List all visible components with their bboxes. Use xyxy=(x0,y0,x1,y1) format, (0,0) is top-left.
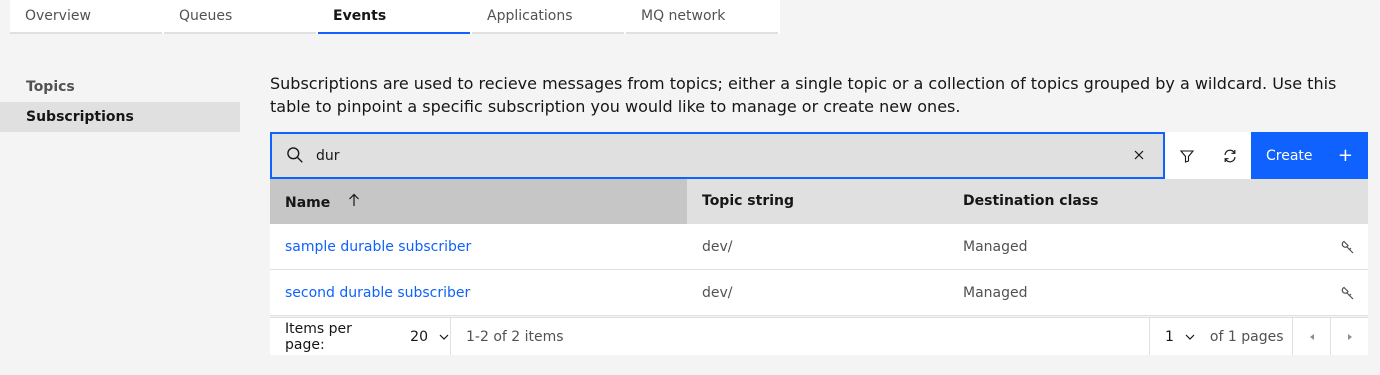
caret-right-icon xyxy=(1347,333,1352,340)
cell-actions xyxy=(1288,270,1368,316)
column-header-topic: Topic string xyxy=(702,193,795,209)
table-toolbar: Create + xyxy=(270,132,1368,179)
column-header-destination: Destination class xyxy=(963,193,1099,209)
column-header-name-label: Name xyxy=(285,195,331,211)
add-icon: + xyxy=(1337,144,1353,166)
table-row: second durable subscriber dev/ Managed xyxy=(270,270,1368,316)
refresh-button[interactable] xyxy=(1208,132,1251,179)
cell-destination: Managed xyxy=(963,239,1028,255)
table-row: sample durable subscriber dev/ Managed xyxy=(270,224,1368,270)
side-nav: Topics Subscriptions xyxy=(0,72,240,132)
column-header-actions xyxy=(1288,179,1368,224)
wrench-icon[interactable] xyxy=(1339,285,1355,301)
tab-overview[interactable]: Overview xyxy=(10,0,162,34)
next-page-button[interactable] xyxy=(1330,318,1368,355)
pagination: Items per page: 20 1-2 of 2 items 1 of 1… xyxy=(270,317,1368,355)
items-per-page-value: 20 xyxy=(410,328,428,345)
create-button-label: Create xyxy=(1266,147,1313,164)
sidenav-item-topics[interactable]: Topics xyxy=(0,72,240,102)
cell-topic: dev/ xyxy=(702,239,733,255)
page-selector: 1 of 1 pages xyxy=(1149,318,1292,355)
cell-name: second durable subscriber xyxy=(270,270,687,316)
sidenav-item-subscriptions[interactable]: Subscriptions xyxy=(0,102,240,132)
chevron-down-icon xyxy=(1185,334,1195,340)
search-box xyxy=(270,132,1165,179)
page-description: Subscriptions are used to recieve messag… xyxy=(270,74,1337,116)
item-range: 1-2 of 2 items xyxy=(466,328,564,345)
sort-ascending-icon xyxy=(349,193,360,206)
search-icon xyxy=(287,147,303,163)
subscription-link[interactable]: second durable subscriber xyxy=(285,285,470,301)
previous-page-button[interactable] xyxy=(1292,318,1330,355)
tab-bar: Overview Queues Events Applications MQ n… xyxy=(10,0,780,34)
items-per-page: Items per page: 20 xyxy=(270,318,451,355)
tab-events[interactable]: Events xyxy=(318,0,470,34)
tab-mq-network[interactable]: MQ network xyxy=(626,0,778,34)
tab-applications[interactable]: Applications xyxy=(472,0,624,34)
wrench-icon[interactable] xyxy=(1339,239,1355,255)
cell-topic: dev/ xyxy=(702,285,733,301)
table-header: Name Topic string Destination class xyxy=(270,179,1368,224)
cell-name: sample durable subscriber xyxy=(270,224,687,270)
refresh-icon xyxy=(1223,149,1236,162)
page-count: of 1 pages xyxy=(1209,328,1284,345)
filter-button[interactable] xyxy=(1165,132,1208,179)
subscription-link[interactable]: sample durable subscriber xyxy=(285,239,471,255)
search-input[interactable] xyxy=(316,134,1116,177)
tab-queues[interactable]: Queues xyxy=(164,0,316,34)
items-per-page-select[interactable]: 20 xyxy=(410,329,450,345)
items-per-page-label: Items per page: xyxy=(285,320,352,353)
page-select[interactable]: 1 xyxy=(1165,329,1196,345)
caret-left-icon xyxy=(1309,333,1314,340)
create-button[interactable]: Create + xyxy=(1251,132,1368,179)
cell-actions xyxy=(1288,224,1368,270)
subscriptions-table: Name Topic string Destination class samp… xyxy=(270,179,1368,316)
close-icon[interactable] xyxy=(1131,147,1147,163)
column-header-name[interactable]: Name xyxy=(270,179,687,224)
filter-icon xyxy=(1179,149,1194,163)
cell-destination: Managed xyxy=(963,285,1028,301)
chevron-down-icon xyxy=(439,334,449,340)
page-value: 1 xyxy=(1165,328,1174,345)
